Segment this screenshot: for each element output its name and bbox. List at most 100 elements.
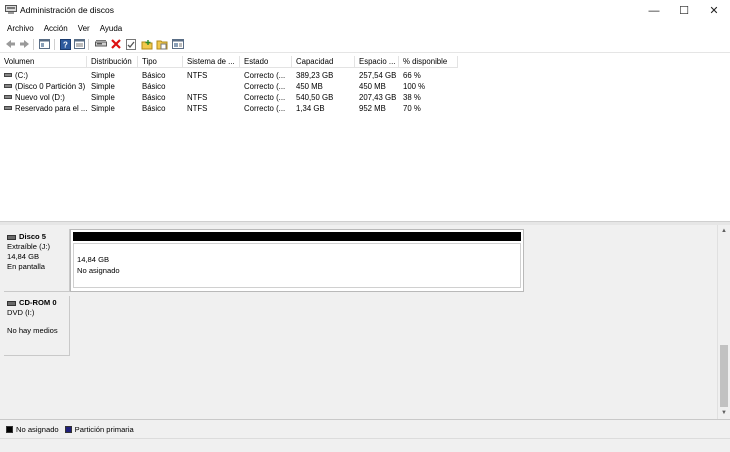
column-header-sistema[interactable]: Sistema de ... xyxy=(183,56,240,68)
volume-percent-free: 70 % xyxy=(403,104,421,113)
title-bar: Administración de discos — ☐ ✕ xyxy=(0,0,730,21)
legend-item-unallocated: No asignado xyxy=(6,425,59,434)
menu-ver[interactable]: Ver xyxy=(73,22,95,35)
connect-drive-button[interactable] xyxy=(95,38,107,50)
volume-layout: Simple xyxy=(91,82,115,91)
disk-name: CD-ROM 0 xyxy=(19,298,57,307)
disk-size: 14,84 GB xyxy=(7,252,40,261)
volume-filesystem: NTFS xyxy=(187,104,208,113)
volume-free-space: 207,43 GB xyxy=(359,93,397,102)
scroll-down-icon[interactable]: ▼ xyxy=(720,409,728,417)
volume-icon xyxy=(4,105,12,110)
legend-label: No asignado xyxy=(16,424,59,434)
column-header-volumen[interactable]: Volumen xyxy=(0,56,87,68)
open-file-button[interactable] xyxy=(156,38,168,50)
disk-management-app-icon xyxy=(5,5,17,14)
volume-percent-free: 100 % xyxy=(403,82,426,91)
volume-icon xyxy=(4,94,12,99)
delete-button[interactable] xyxy=(110,38,122,50)
scrollbar-thumb[interactable] xyxy=(720,345,728,407)
volume-capacity: 450 MB xyxy=(296,82,323,91)
disk-state: No hay medios xyxy=(7,326,58,335)
back-icon xyxy=(5,40,15,48)
volume-icon xyxy=(4,83,12,88)
new-folder-button[interactable] xyxy=(141,38,153,50)
menu-accion[interactable]: Acción xyxy=(39,22,73,35)
disk-state: En pantalla xyxy=(7,262,45,271)
view-button[interactable] xyxy=(172,38,184,50)
maximize-button[interactable]: ☐ xyxy=(668,0,700,21)
volume-free-space: 257,54 GB xyxy=(359,71,397,80)
scroll-up-icon[interactable]: ▲ xyxy=(720,227,728,235)
column-header-tipo[interactable]: Tipo xyxy=(138,56,183,68)
legend-item-primary-partition: Partición primaria xyxy=(64,424,134,434)
check-button[interactable] xyxy=(125,38,137,50)
volume-layout: Simple xyxy=(91,71,115,80)
volume-capacity: 540,50 GB xyxy=(296,93,334,102)
minimize-button[interactable]: — xyxy=(638,0,670,21)
table-row[interactable]: (C:) Simple Básico NTFS Correcto (... 38… xyxy=(0,70,730,81)
properties-button[interactable] xyxy=(73,38,85,50)
help-icon: ? xyxy=(59,38,71,50)
disk-view-scrollbar[interactable]: ▲ ▼ xyxy=(717,225,730,419)
column-header-estado[interactable]: Estado xyxy=(240,56,292,68)
unallocated-partition[interactable]: 14,84 GB No asignado xyxy=(73,243,521,288)
forward-icon xyxy=(19,40,29,48)
column-header-espacio[interactable]: Espacio ... xyxy=(355,56,399,68)
check-icon xyxy=(126,38,136,50)
toolbar: ? xyxy=(0,36,730,53)
back-button[interactable] xyxy=(4,38,16,50)
volume-icon xyxy=(4,72,12,77)
close-button[interactable]: ✕ xyxy=(698,0,730,21)
connect-drive-icon xyxy=(95,40,107,47)
volume-layout: Simple xyxy=(91,93,115,102)
volume-capacity: 1,34 GB xyxy=(296,104,325,113)
column-header-disponible[interactable]: % disponible xyxy=(399,56,458,68)
open-file-icon xyxy=(156,40,168,49)
console-tree-icon xyxy=(38,39,50,49)
volume-layout: Simple xyxy=(91,104,115,113)
menu-ayuda[interactable]: Ayuda xyxy=(95,22,128,35)
window-title: Administración de discos xyxy=(20,5,115,15)
volume-type: Básico xyxy=(142,82,166,91)
volume-filesystem xyxy=(183,81,240,92)
minimize-icon: — xyxy=(648,4,660,17)
volume-type: Básico xyxy=(142,71,166,80)
menu-bar: Archivo Acción Ver Ayuda xyxy=(0,21,730,36)
volume-filesystem: NTFS xyxy=(187,71,208,80)
disk-5-label[interactable]: Disco 5 Extraíble (J:) 14,84 GB En panta… xyxy=(4,229,70,292)
legend: No asignado Partición primaria xyxy=(0,419,730,438)
partition-status: No asignado xyxy=(77,266,120,275)
column-header-distribucion[interactable]: Distribución xyxy=(87,56,138,68)
console-tree-button[interactable] xyxy=(38,38,50,50)
volume-name: Nuevo vol (D:) xyxy=(15,93,65,102)
column-header-capacidad[interactable]: Capacidad xyxy=(292,56,355,68)
cdrom-icon xyxy=(7,300,16,306)
table-row[interactable]: Reservado para el ... Simple Básico NTFS… xyxy=(0,103,730,114)
volume-percent-free: 66 % xyxy=(403,71,421,80)
volume-status: Correcto (... xyxy=(244,93,286,102)
menu-archivo[interactable]: Archivo xyxy=(2,22,39,35)
new-folder-icon xyxy=(141,39,153,49)
volume-filesystem: NTFS xyxy=(187,93,208,102)
delete-icon xyxy=(111,39,121,49)
close-icon: ✕ xyxy=(709,5,719,17)
volume-type: Básico xyxy=(142,93,166,102)
forward-button[interactable] xyxy=(18,38,30,50)
volume-capacity: 389,23 GB xyxy=(296,71,334,80)
status-bar xyxy=(0,438,730,452)
help-button[interactable]: ? xyxy=(59,38,71,50)
view-icon xyxy=(172,39,184,49)
disk-icon xyxy=(7,234,16,240)
table-row[interactable]: (Disco 0 Partición 3) Simple Básico Corr… xyxy=(0,81,730,92)
svg-text:?: ? xyxy=(63,40,68,49)
legend-swatch xyxy=(64,425,72,433)
disk-graphical-view: Disco 5 Extraíble (J:) 14,84 GB En panta… xyxy=(0,225,717,419)
cdrom-0-label[interactable]: CD-ROM 0 DVD (I:) No hay medios xyxy=(4,296,70,356)
maximize-icon: ☐ xyxy=(679,5,689,17)
volume-percent-free: 38 % xyxy=(403,93,421,102)
table-row[interactable]: Nuevo vol (D:) Simple Básico NTFS Correc… xyxy=(0,92,730,103)
disk-name: Disco 5 xyxy=(19,232,47,241)
legend-label: Partición primaria xyxy=(74,424,134,434)
volume-list: Volumen Distribución Tipo Sistema de ...… xyxy=(0,56,730,221)
